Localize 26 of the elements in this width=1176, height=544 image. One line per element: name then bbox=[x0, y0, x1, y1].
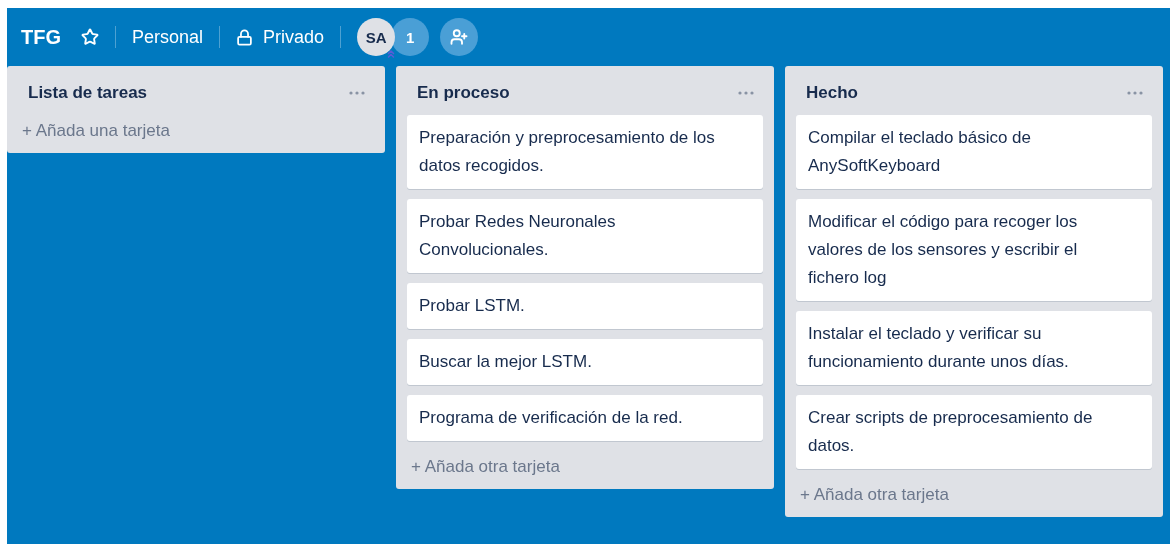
task-card[interactable]: Probar LSTM. bbox=[407, 283, 763, 329]
add-member-button[interactable] bbox=[440, 18, 479, 56]
task-card[interactable]: Instalar el teclado y verificar su funcionamiento durante unos días. bbox=[796, 311, 1152, 385]
star-icon[interactable] bbox=[81, 28, 99, 46]
list-title[interactable]: Lista de tareas bbox=[28, 83, 148, 103]
lock-icon bbox=[236, 28, 254, 46]
more-icon[interactable] bbox=[1126, 90, 1144, 96]
add-card-link[interactable]: + Añada otra tarjeta bbox=[796, 479, 1152, 509]
list-title[interactable]: En proceso bbox=[417, 83, 510, 103]
member-avatar[interactable]: SA bbox=[357, 18, 396, 56]
team-button[interactable]: Personal bbox=[132, 26, 204, 48]
task-card[interactable]: Preparación y preprocesamiento de los datos recogidos. bbox=[407, 115, 763, 189]
task-card[interactable]: Buscar la mejor LSTM. bbox=[407, 339, 763, 385]
add-card-link[interactable]: + Añada una tarjeta bbox=[18, 115, 374, 145]
task-card[interactable]: Modificar el código para recoger los valores de los sensores y escribir el fichero log bbox=[796, 199, 1152, 301]
more-icon[interactable] bbox=[348, 90, 366, 96]
list-title[interactable]: Hecho bbox=[806, 83, 858, 103]
more-icon[interactable] bbox=[737, 90, 755, 96]
task-card[interactable]: Probar Redes Neuronales Convolucionales. bbox=[407, 199, 763, 273]
add-member-icon bbox=[450, 28, 469, 46]
visibility-button[interactable]: Privado bbox=[263, 26, 325, 48]
task-card[interactable]: Programa de verificación de la red. bbox=[407, 395, 763, 441]
board-title[interactable]: TFG bbox=[21, 25, 61, 49]
task-card[interactable]: Crear scripts de preprocesamiento de datos. bbox=[796, 395, 1152, 469]
add-card-link[interactable]: + Añada otra tarjeta bbox=[407, 451, 763, 481]
task-card[interactable]: Compilar el teclado básico de AnySoftKeyboard bbox=[796, 115, 1152, 189]
